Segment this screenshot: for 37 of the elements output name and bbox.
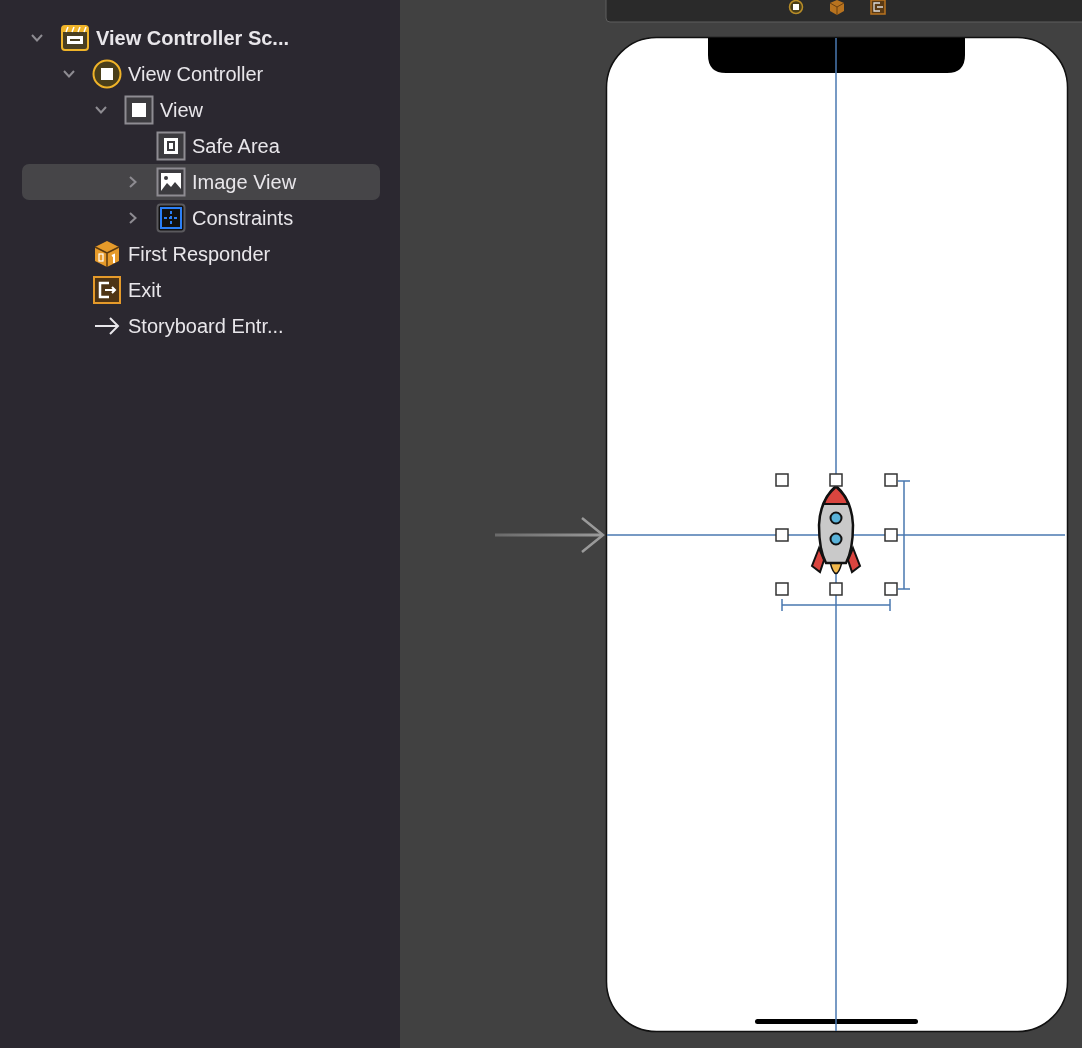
resize-handle[interactable]: [884, 473, 898, 487]
cube-icon: [92, 239, 122, 269]
outline-item[interactable]: Constraints: [22, 200, 380, 236]
outline-item[interactable]: View: [22, 92, 380, 128]
resize-handle[interactable]: [829, 473, 843, 487]
outline-label: View Controller Sc...: [96, 26, 290, 50]
constraints-icon: [156, 203, 186, 233]
outline-label: Image View: [192, 170, 297, 194]
outline-label: View Controller: [128, 62, 264, 86]
outline-label: First Responder: [128, 242, 271, 266]
outline-item[interactable]: First Responder: [22, 236, 380, 272]
view-controller-icon[interactable]: [788, 0, 804, 15]
outline-item[interactable]: Safe Area: [22, 128, 380, 164]
outline-label: Safe Area: [192, 134, 280, 158]
resize-handle[interactable]: [775, 528, 789, 542]
resize-handle[interactable]: [775, 473, 789, 487]
outline-item[interactable]: View Controller Sc...: [22, 20, 380, 56]
safe-area-icon: [156, 131, 186, 161]
view-icon: [124, 95, 154, 125]
resize-handle[interactable]: [775, 582, 789, 596]
image-icon: [156, 167, 186, 197]
outline-item[interactable]: View Controller: [22, 56, 380, 92]
exit-icon[interactable]: [870, 0, 886, 15]
outline-item[interactable]: Image View: [22, 164, 380, 200]
cube-icon[interactable]: [829, 0, 845, 16]
outline-label: View: [160, 98, 203, 122]
resize-handle[interactable]: [884, 582, 898, 596]
outline-item[interactable]: Storyboard Entr...: [22, 308, 380, 344]
view-controller-icon: [92, 59, 122, 89]
exit-icon: [92, 275, 122, 305]
scene-icon: [60, 23, 90, 53]
resize-handle[interactable]: [884, 528, 898, 542]
resize-handle[interactable]: [829, 582, 843, 596]
outline-item[interactable]: Exit: [22, 272, 380, 308]
outline-label: Constraints: [192, 206, 294, 230]
outline-label: Storyboard Entr...: [128, 314, 284, 338]
outline-label: Exit: [128, 278, 162, 302]
